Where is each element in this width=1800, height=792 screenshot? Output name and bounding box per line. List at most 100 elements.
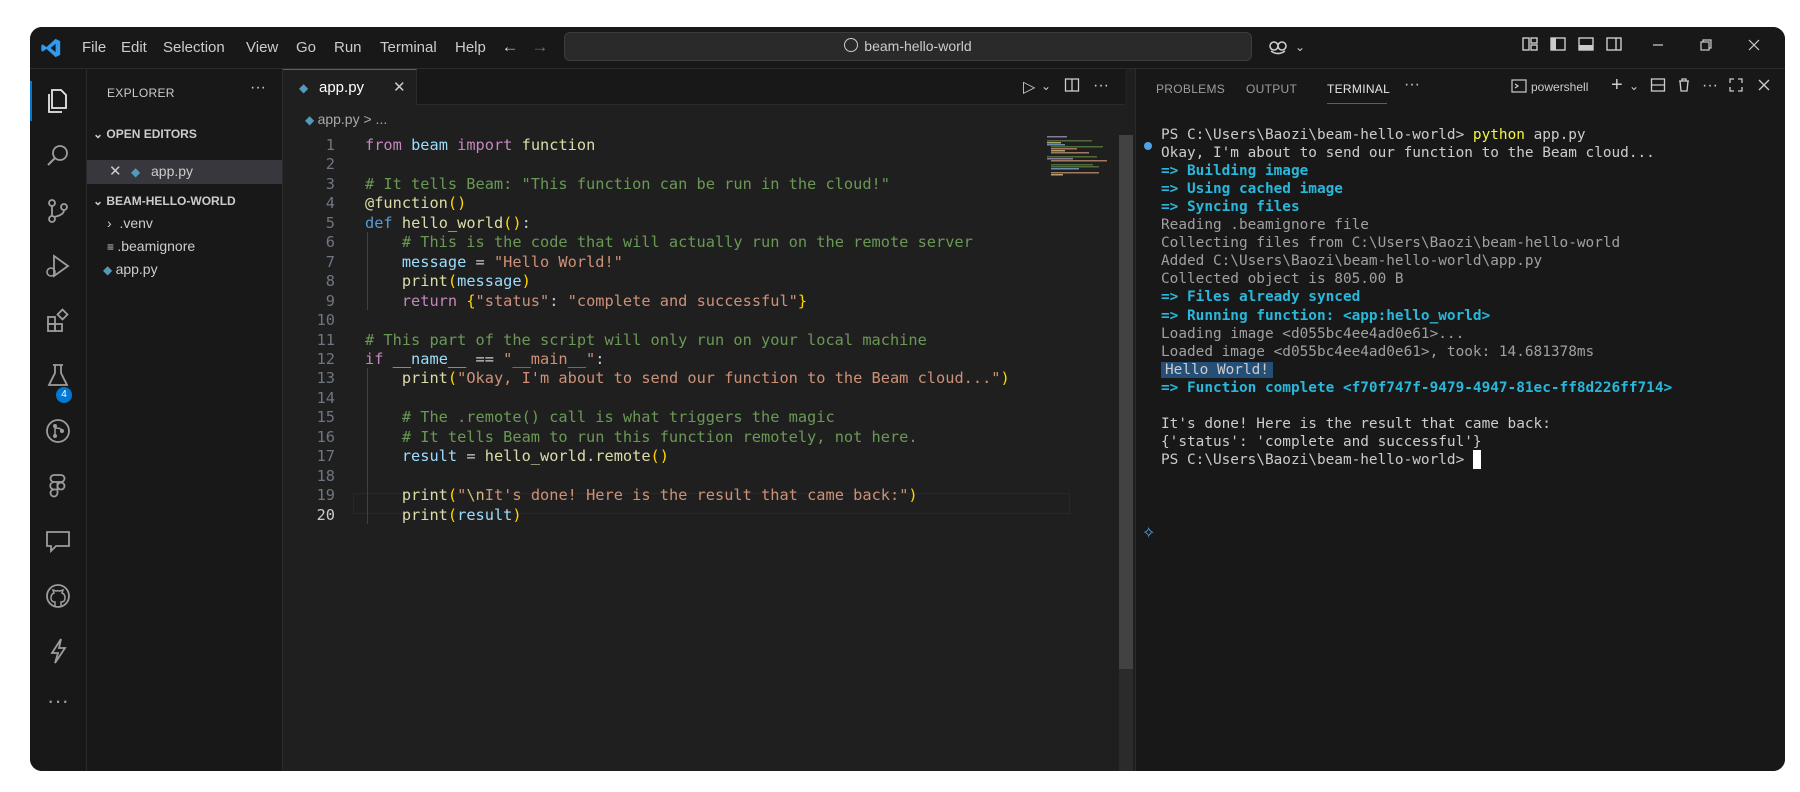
terminal-profiles-chevron-icon[interactable]: ⌄ [1629,79,1639,93]
code-line[interactable]: 10 [283,310,1125,330]
code-text: # It tells Beam to run this function rem… [401,427,918,446]
code-line[interactable]: 17 result = hello_world.remote() [283,446,1125,466]
back-arrow-icon[interactable]: ← [498,35,522,59]
code-line[interactable]: 18 [283,466,1125,486]
menu-run[interactable]: Run [334,27,362,68]
code-line[interactable]: 16 # It tells Beam to run this function … [283,427,1125,447]
terminal-line: Hello World! [1161,360,1273,380]
menu-selection[interactable]: Selection [163,27,225,68]
toggle-primary-sidebar-icon[interactable] [1546,35,1570,59]
code-text: if __name__ == "__main__": [365,349,605,368]
explorer-more-icon[interactable]: ··· [250,79,266,97]
close-panel-icon[interactable] [1756,77,1772,98]
menu-edit[interactable]: Edit [121,27,147,68]
command-center-search[interactable]: beam-hello-world [564,32,1252,61]
close-window-icon[interactable] [1742,35,1766,59]
code-line[interactable]: 6 # This is the code that will actually … [283,232,1125,252]
testing-icon[interactable] [42,360,74,392]
code-text: result = hello_world.remote() [401,447,669,466]
minimap[interactable] [1046,135,1116,195]
menu-go[interactable]: Go [296,27,316,68]
code-line[interactable]: 13 print("Okay, I'm about to send our fu… [283,368,1125,388]
search-icon[interactable] [42,140,74,172]
tab-problems[interactable]: PROBLEMS [1156,82,1225,96]
sparkle-icon[interactable]: ✧ [1142,523,1155,543]
tree-item-beamignore[interactable]: ≡ .beamignore [107,238,195,254]
copilot-chevron-down-icon[interactable]: ⌄ [1288,35,1312,59]
customize-layout-icon[interactable] [1518,35,1542,59]
code-line[interactable]: 1 from beam import function [283,135,1125,155]
code-line[interactable]: 20 print(result) [283,505,1125,525]
kill-terminal-trash-icon[interactable] [1676,77,1692,98]
toggle-panel-icon[interactable] [1574,35,1598,59]
code-line[interactable]: 12 if __name__ == "__main__": [283,349,1125,369]
new-terminal-icon[interactable]: + [1611,74,1623,97]
open-editor-item[interactable]: ✕ ◆ app.py [87,160,282,184]
editor-more-icon[interactable]: ··· [1093,77,1109,95]
project-header[interactable]: ⌄ BEAM-HELLO-WORLD [93,194,236,208]
shell-name[interactable]: powershell [1531,80,1588,94]
tree-item-venv[interactable]: › .venv [107,215,153,231]
code-text: @function() [365,194,467,213]
tree-item-app-py[interactable]: ◆ app.py [103,261,158,277]
code-line[interactable]: 15 # The .remote() call is what triggers… [283,407,1125,427]
code-line[interactable]: 4 @function() [283,193,1125,213]
run-debug-icon[interactable] [42,250,74,282]
python-file-icon: ◆ [305,113,318,127]
terminal-line: Reading .beamignore file [1161,217,1369,234]
menu-view[interactable]: View [246,27,278,68]
git-graph-icon[interactable] [42,415,74,447]
tab-bar: ◆ app.py ✕ ▷ ⌄ ··· [283,69,1125,105]
tab-terminal[interactable]: TERMINAL [1327,82,1390,96]
code-line[interactable]: 14 [283,388,1125,408]
chat-icon[interactable] [42,525,74,557]
lightning-icon[interactable] [42,635,74,667]
run-file-icon[interactable]: ▷ [1023,77,1035,97]
toggle-secondary-sidebar-icon[interactable] [1602,35,1626,59]
editor-scrollbar-thumb[interactable] [1119,135,1133,669]
code-text: print("\nIt's done! Here is the result t… [401,486,918,505]
menu-file[interactable]: File [82,27,106,68]
close-tab-icon[interactable]: ✕ [393,78,406,96]
code-line[interactable]: 3 # It tells Beam: "This function can be … [283,174,1125,194]
breadcrumb[interactable]: ◆ app.py > ... [305,111,387,127]
maximize-panel-icon[interactable] [1728,77,1744,98]
open-editors-header[interactable]: ⌄ OPEN EDITORS [93,127,197,141]
active-tab-underline [1327,103,1387,104]
more-icon[interactable]: ··· [42,690,74,722]
github-icon[interactable] [42,580,74,612]
tab-output[interactable]: OUTPUT [1246,82,1297,96]
search-icon [844,38,859,52]
forward-arrow-icon[interactable]: → [528,35,552,59]
code-line[interactable]: 8 print(message) [283,271,1125,291]
code-line[interactable]: 9 return {"status": "complete and succes… [283,291,1125,311]
extensions-icon[interactable] [42,305,74,337]
source-control-icon[interactable] [42,195,74,227]
minimize-icon[interactable] [1646,35,1670,59]
terminal-more-icon[interactable]: ··· [1702,77,1718,95]
prompt: PS C:\Users\Baozi\beam-hello-world> [1161,451,1473,468]
open-editor-filename: app.py [151,163,194,179]
code-line[interactable]: 5 def hello_world(): [283,213,1125,233]
close-editor-icon[interactable]: ✕ [109,162,122,180]
menu-help[interactable]: Help [455,27,486,68]
prompt: PS C:\Users\Baozi\beam-hello-world> [1161,127,1465,143]
explorer-icon[interactable] [42,85,74,117]
copilot-icon[interactable] [1266,35,1290,59]
split-terminal-icon[interactable] [1650,77,1666,98]
restore-icon[interactable] [1694,35,1718,59]
split-editor-icon[interactable] [1064,77,1080,98]
code-line[interactable]: 11 # This part of the script will only ru… [283,330,1125,350]
menu-terminal[interactable]: Terminal [380,27,437,68]
terminal-prompt-line[interactable]: PS C:\Users\Baozi\beam-hello-world> [1161,450,1481,470]
code-line[interactable]: 7 message = "Hello World!" [283,252,1125,272]
panel-more-icon[interactable]: ··· [1404,76,1420,94]
terminal-shell-icon [1511,78,1527,99]
code-line[interactable]: 19 print("\nIt's done! Here is the resul… [283,485,1125,505]
code-text: print("Okay, I'm about to send our funct… [401,369,1010,388]
tab-app-py[interactable]: ◆ app.py ✕ [283,69,417,105]
code-line[interactable]: 2 [283,154,1125,174]
figma-icon[interactable] [42,470,74,502]
command-arg: app.py [1533,127,1586,143]
run-options-chevron-icon[interactable]: ⌄ [1041,79,1051,93]
